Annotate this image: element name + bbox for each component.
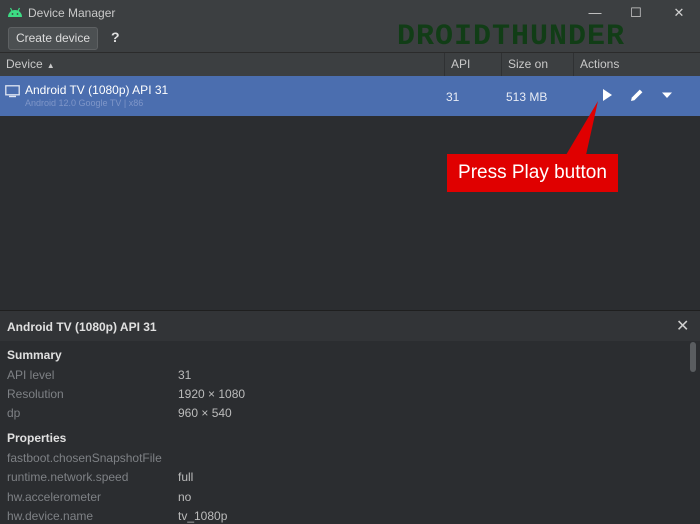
details-scrollbar[interactable]	[690, 342, 696, 372]
summary-key: Resolution	[7, 387, 64, 401]
property-value: full	[178, 470, 194, 484]
summary-value: 960 × 540	[178, 406, 232, 420]
property-key: hw.device.name	[7, 509, 94, 523]
column-header-size[interactable]: Size on Disk	[501, 53, 573, 94]
details-panel: Summary API level 31 Resolution 1920 × 1…	[0, 341, 700, 524]
dropdown-arrow-icon[interactable]	[657, 85, 677, 105]
details-title: Android TV (1080p) API 31	[7, 320, 157, 334]
column-header-api[interactable]: API	[444, 53, 501, 76]
summary-value: 31	[178, 368, 192, 382]
summary-heading: Summary	[7, 348, 62, 362]
tv-device-icon	[5, 85, 20, 98]
property-key: runtime.network.speed	[7, 470, 129, 484]
device-size: 513 MB	[506, 90, 548, 104]
column-header-device[interactable]: Device ▲	[0, 53, 444, 76]
help-icon[interactable]: ?	[111, 29, 120, 45]
close-icon[interactable]: ✕	[676, 316, 689, 336]
property-value: tv_1080p	[178, 509, 228, 523]
play-icon[interactable]	[597, 85, 617, 105]
sort-ascending-icon: ▲	[46, 61, 55, 70]
device-list-empty-area	[0, 116, 700, 310]
summary-value: 1920 × 1080	[178, 387, 246, 401]
table-header: Device▲ API Size on Disk Actions	[0, 52, 700, 94]
details-panel-header: Android TV (1080p) API 31 ✕	[0, 310, 700, 342]
column-header-device-label: Device	[6, 57, 43, 71]
summary-key: API level	[7, 368, 55, 382]
properties-heading: Properties	[7, 431, 67, 445]
table-row[interactable]: Android TV (1080p) API 31 Android 12.0 G…	[0, 76, 700, 116]
watermark: DROIDTHUNDER	[397, 20, 626, 54]
close-window-button[interactable]: ✕	[662, 0, 696, 26]
summary-key: dp	[7, 406, 21, 420]
device-name: Android TV (1080p) API 31	[25, 83, 169, 97]
create-device-button[interactable]: Create device	[8, 27, 98, 50]
property-key: hw.accelerometer	[7, 490, 102, 504]
device-subtitle: Android 12.0 Google TV | x86	[25, 98, 144, 108]
edit-pencil-icon[interactable]	[627, 85, 647, 105]
device-api: 31	[446, 90, 460, 104]
window-title: Device Manager	[28, 6, 116, 20]
property-value: no	[178, 490, 192, 504]
android-icon	[8, 7, 22, 17]
column-header-actions: Actions	[573, 53, 700, 76]
annotation-callout: Press Play button	[447, 154, 618, 192]
property-key: fastboot.chosenSnapshotFile	[7, 451, 162, 465]
